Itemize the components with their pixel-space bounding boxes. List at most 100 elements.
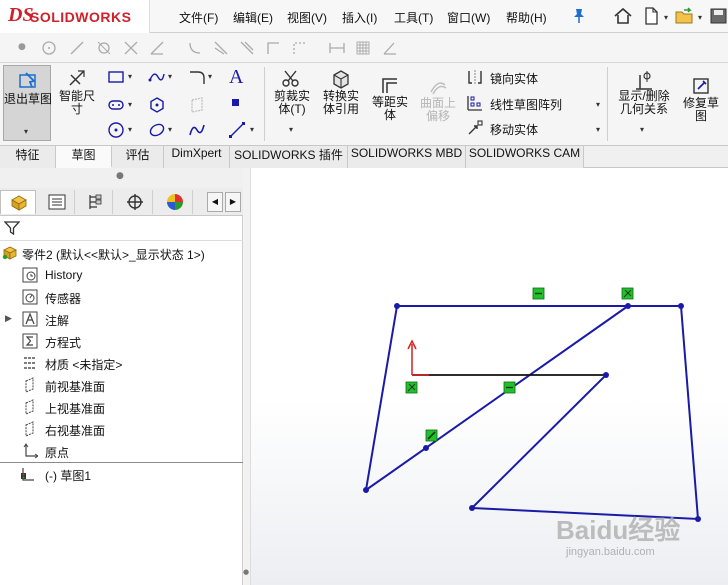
feature-manager-tab[interactable] [0, 190, 36, 214]
sketch-point[interactable] [603, 372, 609, 378]
tree-item-right-plane[interactable]: 右视基准面 [45, 422, 105, 439]
configuration-manager-tab[interactable] [77, 190, 113, 214]
text-tool-icon[interactable]: A [229, 66, 243, 89]
repair-sketch-icon[interactable] [690, 75, 712, 97]
sketch-left-line[interactable] [365, 305, 398, 491]
diagonal-tool-icon[interactable] [238, 39, 256, 57]
parallel-relation-icon[interactable] [425, 429, 438, 442]
sketch-point[interactable] [394, 303, 400, 309]
sketch-diagonal-line[interactable] [365, 305, 629, 491]
save-icon[interactable] [708, 6, 728, 26]
rectangle-dropdown-icon[interactable]: ▾ [128, 72, 132, 81]
tab-dimxpert[interactable]: DimXpert [164, 146, 230, 168]
tree-item-equations[interactable]: 方程式 [45, 334, 81, 351]
cross-tool-icon[interactable] [122, 39, 140, 57]
display-manager-tab[interactable] [157, 190, 193, 214]
spline-dropdown-icon[interactable]: ▾ [168, 72, 172, 81]
coincident-relation-icon[interactable] [405, 381, 418, 394]
tree-item-history[interactable]: History [45, 268, 82, 282]
tab-features[interactable]: 特征 [0, 146, 56, 168]
sketch-fillet-icon[interactable] [188, 68, 206, 86]
plane-icon[interactable] [188, 96, 206, 114]
panel-splitter[interactable]: ● [243, 168, 251, 585]
exit-sketch-dropdown-icon[interactable]: ▾ [24, 127, 28, 136]
tab-solidworks-cam[interactable]: SOLIDWORKS CAM [466, 146, 584, 168]
offset-surface-label-2[interactable]: 偏移 [414, 110, 462, 123]
home-icon[interactable] [612, 6, 634, 26]
point-tool-icon[interactable] [232, 99, 239, 106]
new-document-icon[interactable] [640, 6, 662, 26]
line-icon[interactable] [107, 68, 125, 86]
tree-item-annotations[interactable]: 注解 [45, 312, 69, 329]
ellipse-icon[interactable] [148, 121, 166, 139]
tree-item-sensors[interactable]: 传感器 [45, 290, 81, 307]
display-relations-icon[interactable] [633, 69, 655, 91]
tree-item-material[interactable]: 材质 <未指定> [45, 356, 122, 373]
spline-curve-icon[interactable] [188, 121, 206, 139]
angle-tool-icon[interactable] [148, 39, 166, 57]
linear-pattern-label[interactable]: 线性草图阵列 [490, 96, 562, 113]
new-dropdown-icon[interactable]: ▾ [664, 13, 668, 22]
menu-insert[interactable]: 插入(I) [342, 9, 377, 26]
centerpoint-arc-icon[interactable] [95, 39, 113, 57]
panel-grip[interactable]: ● [0, 168, 243, 188]
menu-tools[interactable]: 工具(T) [394, 9, 433, 26]
slot-icon[interactable] [107, 96, 125, 114]
menu-edit[interactable]: 编辑(E) [233, 9, 273, 26]
relations-dropdown-icon[interactable]: ▾ [640, 125, 644, 134]
offset-label-2[interactable]: 体 [366, 109, 414, 122]
angle-dimension-icon[interactable] [381, 39, 399, 57]
sketch-point[interactable] [423, 445, 429, 451]
sketch-point[interactable] [625, 303, 631, 309]
mirror-label[interactable]: 镜向实体 [490, 70, 538, 87]
dimxpert-manager-tab[interactable] [117, 190, 153, 214]
menu-view[interactable]: 视图(V) [287, 9, 327, 26]
smart-dimension-icon[interactable] [66, 67, 88, 89]
horizontal-relation-icon[interactable] [532, 287, 545, 300]
offset-on-surface-icon[interactable] [428, 77, 448, 97]
sketch-outline-line[interactable] [397, 305, 700, 521]
move-dropdown-icon[interactable]: ▾ [596, 125, 600, 134]
menu-file[interactable]: 文件(F) [179, 9, 218, 26]
menu-help[interactable]: 帮助(H) [506, 9, 547, 26]
line-dropdown-icon[interactable]: ▾ [250, 125, 254, 134]
tree-item-sketch1[interactable]: (-) 草图1 [45, 467, 91, 484]
rollback-bar[interactable] [0, 462, 243, 463]
ellipse-dropdown-icon[interactable]: ▾ [168, 125, 172, 134]
convert-label-2[interactable]: 体引用 [317, 103, 365, 116]
display-relations-label-2[interactable]: 几何关系 [611, 103, 677, 116]
sketch-point[interactable] [678, 303, 684, 309]
mirror-entities-icon[interactable] [466, 68, 484, 86]
tab-solidworks-mbd[interactable]: SOLIDWORKS MBD [348, 146, 466, 168]
pattern-dropdown-icon[interactable]: ▾ [596, 100, 600, 109]
sketch-point[interactable] [469, 505, 475, 511]
coincident-relation-icon[interactable] [621, 287, 634, 300]
circle-tool-icon[interactable] [40, 39, 58, 57]
open-folder-icon[interactable] [674, 6, 696, 26]
spline-icon[interactable] [148, 68, 166, 86]
filter-icon[interactable] [4, 220, 20, 236]
tree-item-front-plane[interactable]: 前视基准面 [45, 378, 105, 395]
tree-item-origin[interactable]: 原点 [45, 444, 69, 461]
menu-window[interactable]: 窗口(W) [447, 9, 490, 26]
tab-solidworks-addins[interactable]: SOLIDWORKS 插件 [230, 146, 348, 168]
tab-sketch[interactable]: 草图 [56, 146, 112, 168]
point-icon[interactable]: ● [18, 42, 36, 60]
convert-entities-icon[interactable] [330, 68, 352, 90]
open-dropdown-icon[interactable]: ▾ [698, 13, 702, 22]
property-manager-tab[interactable] [39, 190, 75, 214]
extend-tool-icon[interactable] [212, 39, 230, 57]
pin-icon[interactable] [572, 8, 586, 24]
tab-scroll-right-icon[interactable]: ▶ [225, 192, 241, 212]
trim-dropdown-icon[interactable]: ▾ [289, 125, 293, 134]
linear-pattern-icon[interactable] [466, 94, 484, 112]
corner-rectangle-icon[interactable] [264, 39, 282, 57]
trim-label-2[interactable]: 体(T) [268, 103, 316, 116]
tab-scroll-left-icon[interactable]: ◀ [207, 192, 223, 212]
grid-icon[interactable] [354, 39, 372, 57]
fillet-tool-icon[interactable] [186, 39, 204, 57]
exit-sketch-button[interactable]: 退出草图 ▾ [3, 65, 52, 141]
move-label[interactable]: 移动实体 [490, 121, 538, 138]
fillet-dropdown-icon[interactable]: ▾ [208, 72, 212, 81]
offset-entities-icon[interactable] [379, 75, 401, 97]
